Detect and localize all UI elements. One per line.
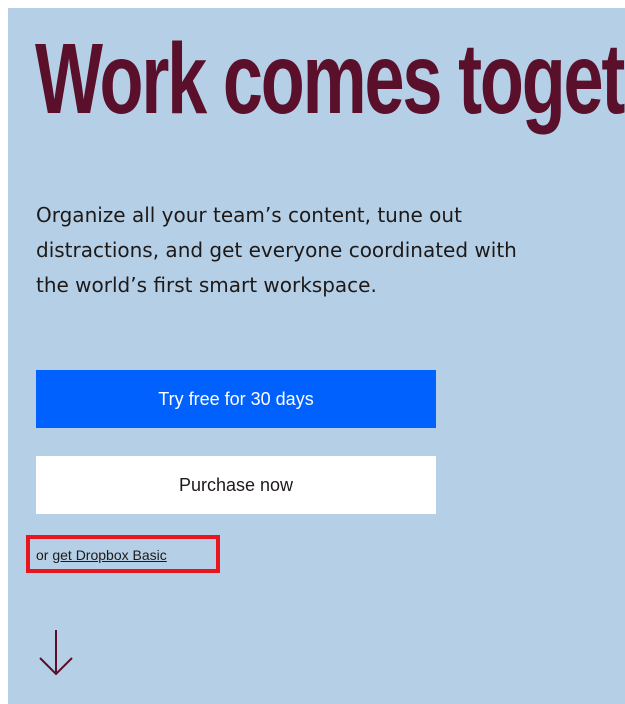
basic-prefix-text: or bbox=[36, 547, 53, 563]
arrow-down-icon[interactable] bbox=[36, 628, 76, 678]
purchase-now-button[interactable]: Purchase now bbox=[36, 456, 436, 514]
hero-description: Organize all your team’s content, tune o… bbox=[36, 203, 517, 297]
get-dropbox-basic-link[interactable]: get Dropbox Basic bbox=[52, 547, 166, 563]
basic-offer-line: or get Dropbox Basic bbox=[36, 546, 167, 564]
try-free-button[interactable]: Try free for 30 days bbox=[36, 370, 436, 428]
hero-section: Work comes together here Organize all yo… bbox=[8, 8, 625, 704]
hero-title: Work comes together here bbox=[35, 23, 625, 135]
